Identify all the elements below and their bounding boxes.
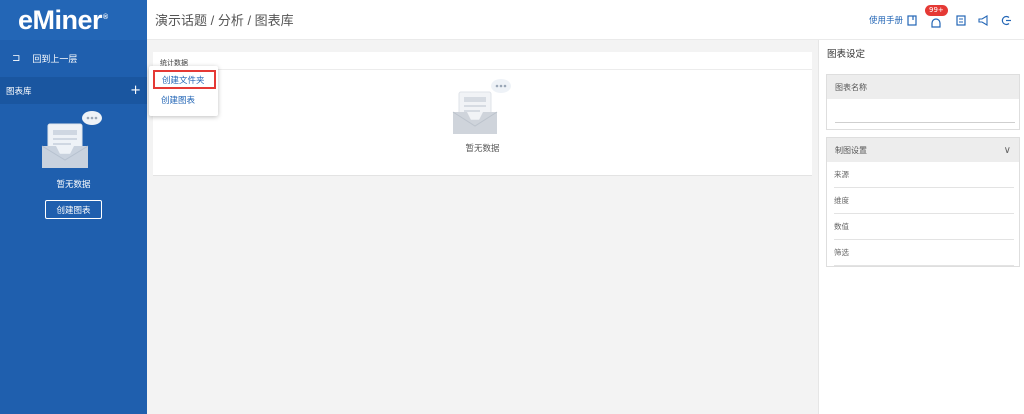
chart-name-section: 图表名称 bbox=[826, 74, 1020, 130]
list-button[interactable] bbox=[955, 14, 966, 26]
empty-text: 暂无数据 bbox=[465, 144, 500, 154]
config-header[interactable]: 制图设置 ∨ bbox=[827, 138, 1019, 162]
panel-title: 统计数据 bbox=[153, 52, 812, 70]
field-value[interactable]: 数值 bbox=[834, 214, 1014, 240]
top-bar: 演示话题 / 分析 / 图表库 使用手册 99+ bbox=[147, 0, 1024, 40]
announcement-button[interactable] bbox=[978, 14, 989, 26]
chart-name-label: 图表名称 bbox=[835, 82, 867, 92]
sidebar-empty-state: 暂无数据 创建图表 bbox=[0, 110, 147, 219]
breadcrumb: 演示话题 / 分析 / 图表库 bbox=[155, 13, 294, 28]
back-label: 回到上一层 bbox=[32, 55, 78, 65]
create-menu: 创建文件夹 创建图表 bbox=[149, 66, 218, 116]
chart-name-header: 图表名称 bbox=[827, 75, 1019, 99]
config-section: 制图设置 ∨ 来源 维度 数值 筛选 bbox=[826, 137, 1020, 267]
create-chart-button[interactable]: 创建图表 bbox=[45, 200, 102, 219]
logout-icon bbox=[1001, 15, 1011, 25]
panel-empty-state: 暂无数据 bbox=[153, 78, 812, 154]
bell-icon bbox=[931, 18, 941, 28]
notification-button[interactable]: 99+ bbox=[925, 5, 948, 28]
back-button[interactable]: ⊐ 回到上一层 bbox=[0, 40, 147, 77]
field-source[interactable]: 来源 bbox=[834, 162, 1014, 188]
user-manual-link[interactable]: 使用手册 bbox=[869, 14, 917, 26]
logo[interactable]: eMiner® bbox=[0, 0, 147, 40]
notification-badge: 99+ bbox=[925, 5, 948, 16]
create-chart-item[interactable]: 创建图表 bbox=[149, 90, 218, 110]
chart-library-label: 图表库 bbox=[6, 86, 32, 97]
empty-text: 暂无数据 bbox=[56, 180, 91, 190]
announce-icon bbox=[978, 14, 988, 26]
chart-settings-panel: 图表设定 图表名称 制图设置 ∨ 来源 维度 数值 筛选 bbox=[818, 40, 1024, 414]
chart-panel: 统计数据 暂无数据 bbox=[153, 52, 812, 176]
logo-text: eMiner® bbox=[18, 4, 108, 35]
book-icon bbox=[907, 14, 917, 26]
main-content: 统计数据 暂无数据 bbox=[147, 40, 818, 414]
field-filter[interactable]: 筛选 bbox=[834, 240, 1014, 266]
config-label: 制图设置 bbox=[835, 145, 867, 155]
create-folder-item[interactable]: 创建文件夹 bbox=[153, 70, 216, 89]
sidebar: eMiner® ⊐ 回到上一层 图表库 + 暂无数据 创建图表 bbox=[0, 0, 147, 414]
logo-registered-mark: ® bbox=[103, 13, 108, 21]
chevron-down-icon[interactable]: ∨ bbox=[1004, 145, 1011, 156]
logout-button[interactable] bbox=[1001, 15, 1012, 26]
top-right-actions: 使用手册 99+ bbox=[869, 0, 1012, 40]
settings-title: 图表设定 bbox=[827, 49, 866, 60]
field-dimension[interactable]: 维度 bbox=[834, 188, 1014, 214]
chart-name-input[interactable] bbox=[835, 99, 1015, 123]
empty-inbox-icon bbox=[41, 111, 102, 168]
empty-inbox-icon bbox=[452, 79, 511, 134]
return-icon: ⊐ bbox=[12, 53, 21, 64]
add-button[interactable]: + bbox=[130, 84, 141, 97]
chart-library-header: 图表库 + bbox=[0, 77, 147, 104]
manual-label: 使用手册 bbox=[868, 16, 903, 26]
list-icon bbox=[955, 14, 966, 26]
